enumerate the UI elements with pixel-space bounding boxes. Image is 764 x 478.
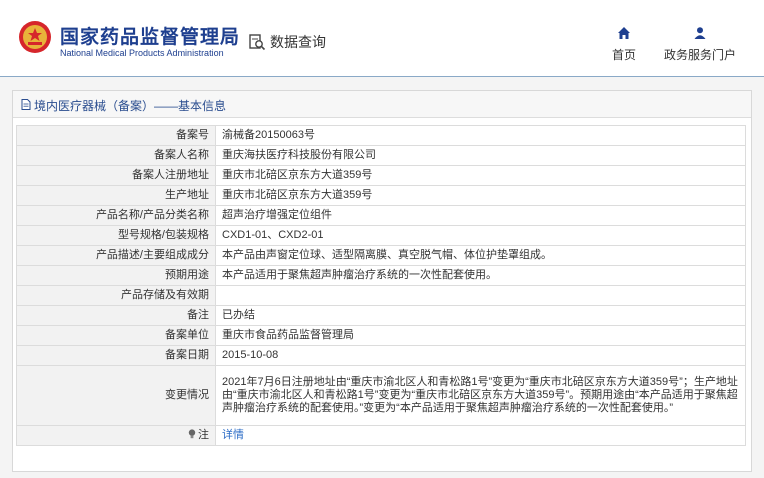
table-row: 备案人注册地址 重庆市北碚区京东方大道359号 [16, 165, 746, 186]
table-row: 备案日期 2015-10-08 [16, 345, 746, 366]
detail-link[interactable]: 详情 [222, 429, 244, 441]
field-label: 备案人注册地址 [16, 165, 216, 186]
table-row: 备注 已办结 [16, 305, 746, 326]
field-value: 渝械备20150063号 [215, 125, 746, 146]
field-value: 重庆市北碚区京东方大道359号 [215, 165, 746, 186]
field-value [215, 285, 746, 306]
note-value-cell: 详情 [215, 425, 746, 446]
nav-home-label: 首页 [611, 48, 636, 62]
panel-header: 境内医疗器械（备案）——基本信息 [13, 91, 751, 118]
user-icon [694, 27, 706, 39]
table-row: 备案号 渝械备20150063号 [16, 125, 746, 146]
field-label: 产品描述/主要组成成分 [16, 245, 216, 266]
field-value: 2021年7月6日注册地址由“重庆市渝北区人和青松路1号”变更为“重庆市北碚区京… [215, 365, 746, 426]
field-label: 备案单位 [16, 325, 216, 346]
field-value: 本产品适用于聚焦超声肿瘤治疗系统的一次性配套使用。 [215, 265, 746, 286]
table-row: 型号规格/包装规格 CXD1-01、CXD2-01 [16, 225, 746, 246]
table-row: 产品存储及有效期 [16, 285, 746, 306]
field-value: 超声治疗增强定位组件 [215, 205, 746, 226]
national-emblem-icon [19, 21, 51, 53]
nav-gov-service[interactable]: 政务服务门户 [660, 26, 740, 63]
field-label: 产品存储及有效期 [16, 285, 216, 306]
note-label: 注 [198, 429, 209, 441]
field-label: 型号规格/包装规格 [16, 225, 216, 246]
field-label: 产品名称/产品分类名称 [16, 205, 216, 226]
info-panel: 境内医疗器械（备案）——基本信息 备案号 渝械备20150063号 备案人名称 重庆海… [12, 90, 752, 472]
table-row: 产品名称/产品分类名称 超声治疗增强定位组件 [16, 205, 746, 226]
site-header: 国家药品监督管理局 National Medical Products Admi… [0, 0, 764, 77]
lightbulb-icon [188, 429, 196, 439]
record-table: 备案号 渝械备20150063号 备案人名称 重庆海扶医疗科技股份有限公司 备案人注册地… [16, 125, 746, 446]
field-value: 2015-10-08 [215, 345, 746, 366]
field-label: 预期用途 [16, 265, 216, 286]
table-row: 生产地址 重庆市北碚区京东方大道359号 [16, 185, 746, 206]
nav-gov-service-label: 政务服务门户 [663, 48, 736, 62]
document-icon [21, 99, 31, 110]
note-label-cell: 注 [16, 425, 216, 446]
field-label: 备案人名称 [16, 145, 216, 166]
magnifier-document-icon [249, 34, 266, 51]
table-row: 产品描述/主要组成成分 本产品由声窗定位球、适型隔离膜、真空脱气帽、体位护垫罩组成… [16, 245, 746, 266]
field-value: 重庆市食品药品监督管理局 [215, 325, 746, 346]
table-row: 变更情况 2021年7月6日注册地址由“重庆市渝北区人和青松路1号”变更为“重庆市… [16, 365, 746, 426]
data-query-label: 数据查询 [270, 34, 326, 50]
field-label: 备案日期 [16, 345, 216, 366]
brand-title-cn[interactable]: 国家药品监督管理局 [60, 22, 240, 49]
field-value: 本产品由声窗定位球、适型隔离膜、真空脱气帽、体位护垫罩组成。 [215, 245, 746, 266]
table-row: 预期用途 本产品适用于聚焦超声肿瘤治疗系统的一次性配套使用。 [16, 265, 746, 286]
panel-title: 境内医疗器械（备案）——基本信息 [34, 99, 227, 113]
field-value: 重庆市北碚区京东方大道359号 [215, 185, 746, 206]
brand-title-en[interactable]: National Medical Products Administration [60, 48, 224, 58]
nav-home[interactable]: 首页 [584, 26, 664, 63]
field-label: 变更情况 [16, 365, 216, 426]
field-value: 已办结 [215, 305, 746, 326]
table-row-note: 注 详情 [16, 425, 746, 446]
field-label: 备注 [16, 305, 216, 326]
field-value: 重庆海扶医疗科技股份有限公司 [215, 145, 746, 166]
home-icon [618, 27, 630, 39]
field-label: 备案号 [16, 125, 216, 146]
field-label: 生产地址 [16, 185, 216, 206]
field-value: CXD1-01、CXD2-01 [215, 225, 746, 246]
table-row: 备案人名称 重庆海扶医疗科技股份有限公司 [16, 145, 746, 166]
data-query-link[interactable]: 数据查询 [248, 32, 326, 52]
table-row: 备案单位 重庆市食品药品监督管理局 [16, 325, 746, 346]
